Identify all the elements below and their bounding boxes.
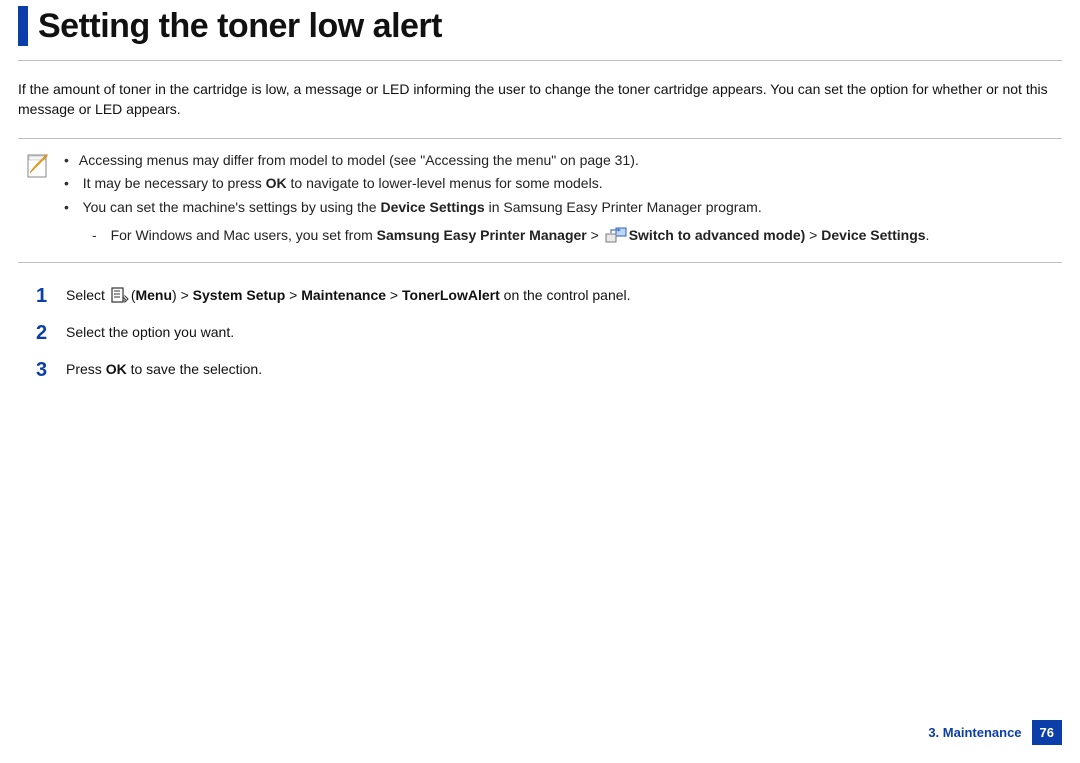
switch-mode-icon <box>605 227 627 245</box>
note-box: Accessing menus may differ from model to… <box>18 138 1062 263</box>
steps-list: 1 Select *(Menu) > System Setup > Mainte… <box>18 285 1062 382</box>
step-text: Select the option you want. <box>66 322 234 345</box>
step-number: 3 <box>36 359 50 382</box>
step-number: 2 <box>36 322 50 345</box>
note-text: For Windows and Mac users, you set from <box>111 227 377 243</box>
step-frag-bold: Maintenance <box>301 287 386 303</box>
note-list: Accessing menus may differ from model to… <box>64 149 929 248</box>
footer-page-number: 76 <box>1032 720 1062 745</box>
title-row: Setting the toner low alert <box>18 0 1062 46</box>
step-frag: Select <box>66 287 109 303</box>
note-item: You can set the machine's settings by us… <box>64 196 929 248</box>
step-frag: > <box>285 287 301 303</box>
title-accent-bar <box>18 6 28 46</box>
note-text: . <box>926 227 930 243</box>
note-text: Accessing menus may differ from model to… <box>79 152 639 168</box>
step-frag-bold: Menu <box>135 287 172 303</box>
note-text: in Samsung Easy Printer Manager program. <box>485 199 762 215</box>
note-icon <box>26 151 50 179</box>
page-title: Setting the toner low alert <box>38 7 442 46</box>
step-frag: to save the selection. <box>127 361 262 377</box>
footer-section-label: 3. Maintenance <box>928 725 1021 740</box>
page-footer: 3. Maintenance 76 <box>928 720 1062 745</box>
step-frag: ) > <box>172 287 193 303</box>
note-text: > <box>587 227 603 243</box>
step-frag: > <box>386 287 402 303</box>
note-text-bold: OK <box>266 175 287 191</box>
step-frag-bold: System Setup <box>193 287 286 303</box>
step-number: 1 <box>36 285 50 308</box>
note-item: It may be necessary to press OK to navig… <box>64 172 929 196</box>
note-text-bold: Device Settings <box>821 227 925 243</box>
divider-top <box>18 60 1062 61</box>
step-item: 1 Select *(Menu) > System Setup > Mainte… <box>36 285 1062 308</box>
step-text: Press OK to save the selection. <box>66 359 262 382</box>
note-text: to navigate to lower-level menus for som… <box>287 175 603 191</box>
document-page: Setting the toner low alert If the amoun… <box>0 0 1080 763</box>
step-frag-bold: OK <box>106 361 127 377</box>
menu-icon: * <box>111 287 129 305</box>
note-text-bold: Device Settings <box>380 199 484 215</box>
step-frag: on the control panel. <box>500 287 631 303</box>
note-text: > <box>805 227 821 243</box>
note-item: Accessing menus may differ from model to… <box>64 149 929 173</box>
note-text: It may be necessary to press <box>83 175 266 191</box>
intro-paragraph: If the amount of toner in the cartridge … <box>18 79 1062 120</box>
note-sublist: For Windows and Mac users, you set from … <box>64 224 929 248</box>
note-text: You can set the machine's settings by us… <box>83 199 381 215</box>
note-subitem: For Windows and Mac users, you set from … <box>92 224 929 248</box>
note-text-bold: Samsung Easy Printer Manager <box>377 227 587 243</box>
step-frag-bold: TonerLowAlert <box>402 287 500 303</box>
step-frag: Press <box>66 361 106 377</box>
note-text-bold: Switch to advanced mode) <box>629 227 806 243</box>
step-text: Select *(Menu) > System Setup > Maintena… <box>66 285 631 308</box>
step-item: 2 Select the option you want. <box>36 322 1062 345</box>
step-item: 3 Press OK to save the selection. <box>36 359 1062 382</box>
